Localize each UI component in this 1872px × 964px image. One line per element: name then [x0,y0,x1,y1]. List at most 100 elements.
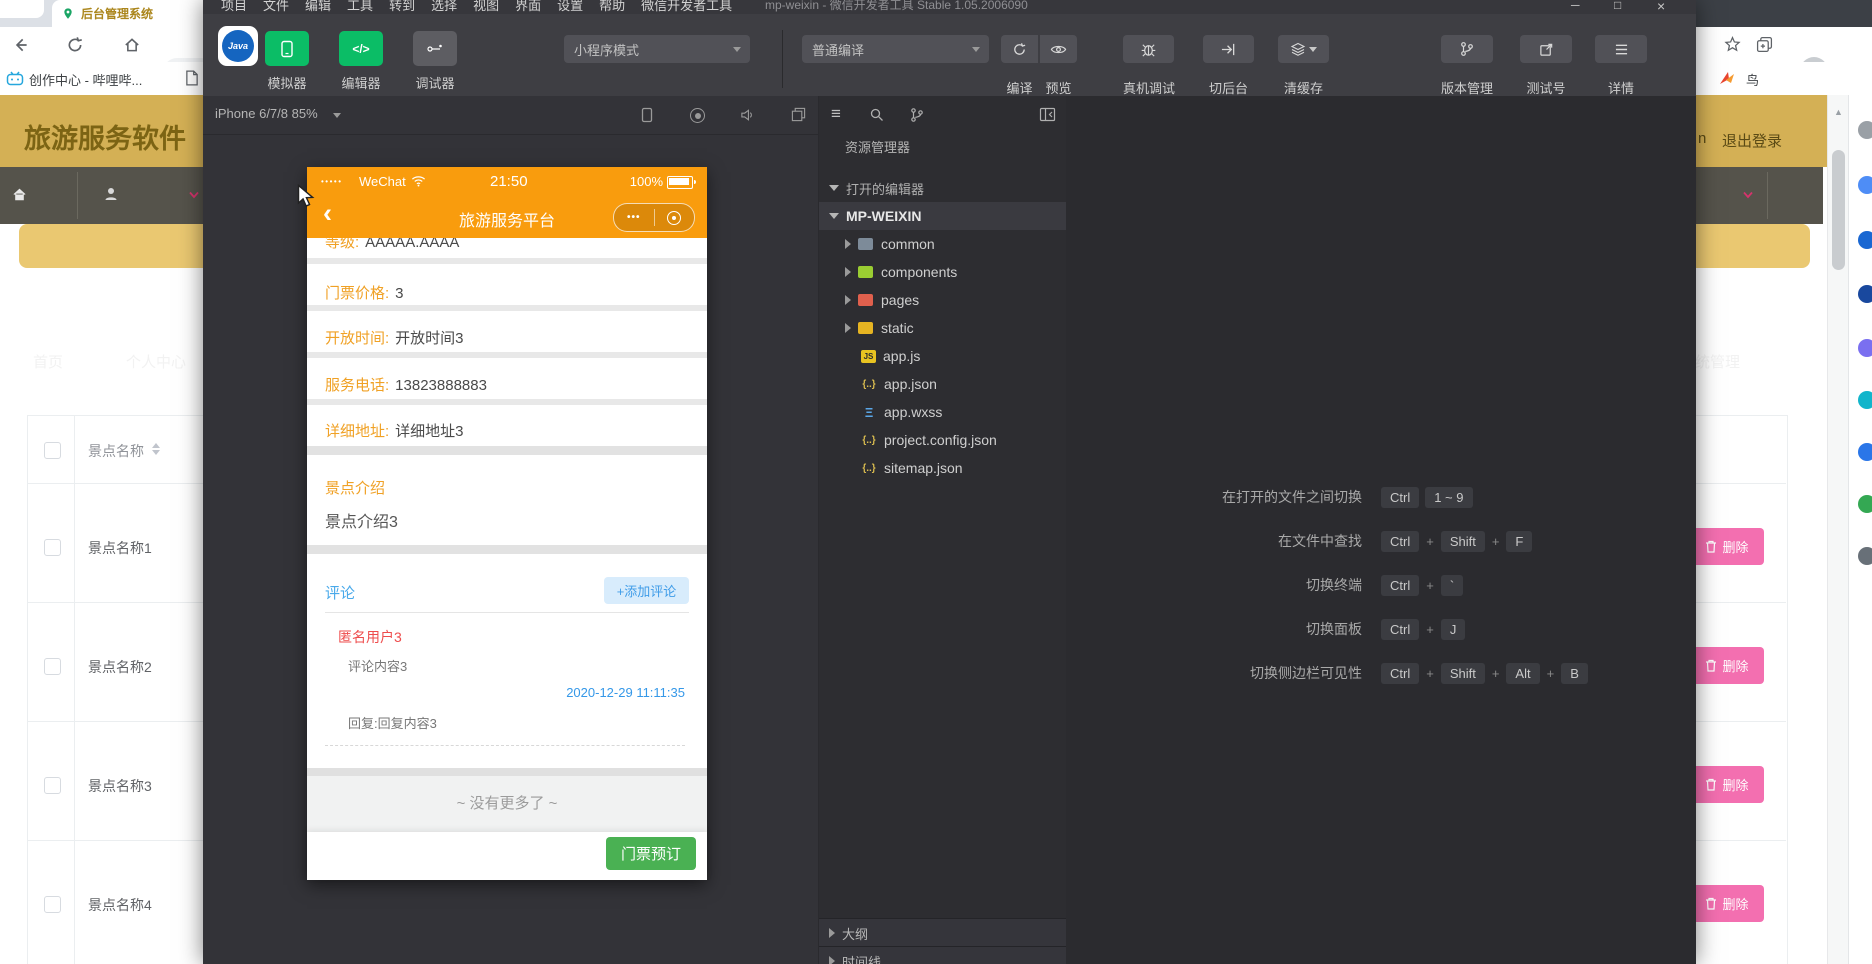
back-icon[interactable] [12,36,30,54]
scrollbar-up-arrow[interactable]: ▲ [1834,107,1843,117]
logout-button[interactable]: 退出登录 [1722,130,1782,151]
timeline-section[interactable]: 时间线 [819,946,1068,964]
nav-home[interactable]: 首页 [33,351,63,372]
maximize-button[interactable]: □ [1614,0,1621,12]
bird-logo-icon [1717,68,1737,88]
test-account-button[interactable] [1520,35,1572,63]
scrollbar-thumb[interactable] [1832,150,1845,270]
add-comment-button[interactable]: +添加评论 [604,577,689,604]
folder-pages[interactable]: pages [819,286,1067,314]
sidebar-app-icon[interactable] [1858,443,1872,461]
record-icon[interactable] [690,108,705,123]
sidebar-app-icon[interactable] [1858,231,1872,249]
outline-section[interactable]: 大纲 [819,918,1068,947]
menu-settings[interactable]: 设置 [549,0,591,14]
sidebar-app-icon[interactable] [1858,176,1872,194]
collapse-panel-icon[interactable] [1039,107,1056,122]
simulator-toggle[interactable]: 模拟器 [259,31,315,92]
file-project-config[interactable]: {..}project.config.json [819,426,1067,454]
menu-wechat-devtools[interactable]: 微信开发者工具 [633,0,740,14]
select-all-checkbox[interactable] [44,442,61,459]
rotate-device-icon[interactable] [641,107,653,123]
column-header-name[interactable]: 景点名称 [88,441,144,461]
details-button[interactable] [1595,35,1647,63]
favorites-star-icon[interactable] [1724,36,1741,53]
menu-view[interactable]: 视图 [465,0,507,14]
file-app-wxss[interactable]: Ξapp.wxss [819,398,1067,426]
delete-button[interactable]: 删除 [1690,528,1764,565]
page-scrollbar[interactable]: ▲ [1827,95,1849,964]
version-label: 版本管理 [1415,78,1519,97]
row-checkbox[interactable] [44,896,61,913]
minimize-button[interactable]: ─ [1571,0,1580,12]
window-title: mp-weixin - 微信开发者工具 Stable 1.05.2006090 [765,0,1028,13]
nav-profile[interactable]: 个人中心 [126,351,186,372]
sidebar-app-icon[interactable] [1858,391,1872,409]
multi-window-icon[interactable] [791,107,806,122]
phone-statusbar: ••••• WeChat 21:50 100% [307,167,707,195]
bookmark-bilibili[interactable]: 创作中心 - 哔哩哔... [29,70,142,89]
row-checkbox[interactable] [44,658,61,675]
folder-components[interactable]: components [819,258,1067,286]
sidebar-app-icon[interactable] [1858,285,1872,303]
file-sitemap[interactable]: {..}sitemap.json [819,454,1067,482]
bug-icon [1140,41,1157,58]
git-branch-icon[interactable] [909,107,925,123]
sidebar-app-icon[interactable] [1858,339,1872,357]
file-app-json[interactable]: {..}app.json [819,370,1067,398]
device-selector[interactable]: iPhone 6/7/8 85% [215,106,318,121]
sidebar-app-icon[interactable] [1858,495,1872,513]
table-row: 景点名称2 [88,657,152,677]
menu-file[interactable]: 文件 [255,0,297,14]
more-dots-icon[interactable]: ••• [614,212,654,223]
row-checkbox[interactable] [44,539,61,556]
nav-divider [1767,172,1768,219]
delete-button[interactable]: 删除 [1690,885,1764,922]
delete-button[interactable]: 删除 [1690,647,1764,684]
open-editors-section[interactable]: 打开的编辑器 [819,174,1067,202]
menu-help[interactable]: 帮助 [591,0,633,14]
sidebar-app-icon[interactable] [1858,547,1872,565]
sidebar-app-icon[interactable] [1858,121,1872,139]
book-ticket-button[interactable]: 门票预订 [606,837,696,870]
preview-button[interactable] [1040,35,1077,63]
debugger-toggle[interactable]: 调试器 [407,31,463,92]
menu-project[interactable]: 项目 [213,0,255,14]
close-circle-icon[interactable] [655,211,695,225]
home-icon[interactable] [123,36,141,54]
project-root[interactable]: MP-WEIXIN [819,202,1067,230]
browser-tab-stub[interactable] [0,0,44,18]
editor-toggle[interactable]: </> 编辑器 [333,31,389,92]
menu-select[interactable]: 选择 [423,0,465,14]
mode-select[interactable]: 小程序模式 [564,35,750,63]
bookmark-bird[interactable]: 鸟 [1746,70,1759,89]
to-background-button[interactable] [1203,35,1254,63]
page-icon[interactable] [185,70,199,86]
compile-button[interactable] [1001,35,1038,63]
delete-button[interactable]: 删除 [1690,766,1764,803]
menu-interface[interactable]: 界面 [507,0,549,14]
file-app-js[interactable]: JSapp.js [819,342,1067,370]
browser-tab-active[interactable]: 后台管理系统 [52,0,210,27]
list-icon[interactable]: ≡ [831,104,841,124]
version-button[interactable] [1441,35,1493,63]
folder-common[interactable]: common [819,230,1067,258]
compile-refresh-icon [1012,42,1027,57]
folder-static[interactable]: static [819,314,1067,342]
clear-cache-button[interactable] [1278,35,1329,63]
nav-system-partial[interactable]: 统管理 [1695,351,1740,372]
search-icon[interactable] [869,107,885,123]
sort-icon[interactable] [152,443,160,455]
speaker-icon[interactable] [740,108,755,122]
row-checkbox[interactable] [44,777,61,794]
arrow-to-bar-icon [1220,42,1237,57]
menu-goto[interactable]: 转到 [381,0,423,14]
refresh-icon[interactable] [66,36,84,54]
account-avatar[interactable]: Java [218,26,258,66]
remote-debug-button[interactable] [1123,35,1174,63]
menu-tools[interactable]: 工具 [339,0,381,14]
collections-icon[interactable] [1756,36,1773,53]
close-button[interactable]: × [1657,0,1665,14]
menu-edit[interactable]: 编辑 [297,0,339,14]
compile-mode-select[interactable]: 普通编译 [802,35,989,63]
